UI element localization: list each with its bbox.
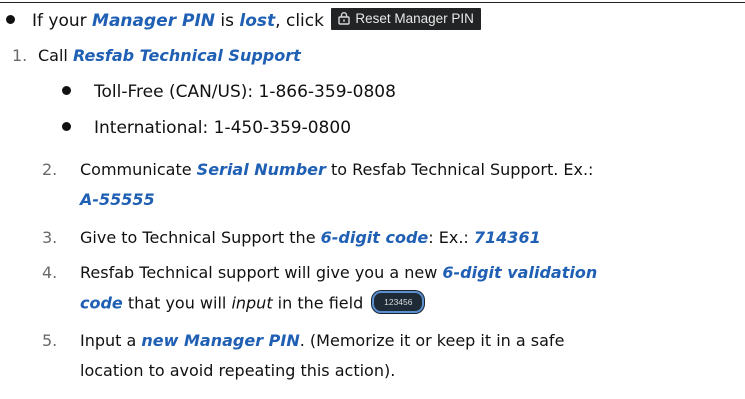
step-5-text-1: Input a (80, 331, 142, 350)
step-number: 3. (42, 228, 58, 247)
intro-text-1: If your (32, 11, 93, 31)
step-5-continued: location to avoid repeating this action)… (80, 361, 395, 380)
step-5: 5. Input a new Manager PIN. (Memorize it … (42, 331, 564, 350)
phone-toll-free: Toll-Free (CAN/US): 1-866-359-0808 (62, 82, 396, 102)
validation-code-term-end: code (80, 293, 123, 313)
reset-manager-pin-button[interactable]: Reset Manager PIN (331, 8, 481, 30)
validation-code-term: 6-digit validation (442, 263, 598, 282)
step-4-text-1: Resfab Technical support will give you a… (80, 263, 443, 282)
step-2-text-2: to Resfab Technical Support. Ex.: (325, 160, 594, 179)
new-manager-pin-term: new Manager PIN (141, 331, 300, 350)
serial-number-term: Serial Number (196, 160, 326, 179)
phone-international: International: 1-450-359-0800 (62, 118, 351, 138)
manager-pin-term: Manager PIN (92, 11, 216, 31)
lock-icon (338, 12, 351, 26)
code-example: 714361 (473, 228, 541, 247)
step-5-text-3: location to avoid repeating this action)… (80, 361, 396, 380)
step-4-continued: code that you will input in the field 12… (80, 291, 425, 315)
validation-code-field[interactable]: 123456 (372, 291, 425, 313)
step-1-text: Call (38, 46, 73, 65)
top-rule (0, 2, 745, 3)
six-digit-code-term: 6-digit code (320, 228, 429, 247)
step-4-text-2: that you will (122, 293, 232, 313)
step-3-text-2: : Ex.: (428, 228, 474, 247)
intro-text-2: is (215, 11, 240, 31)
reset-button-label: Reset Manager PIN (355, 11, 474, 26)
intro-line: If your Manager PIN is lost, click Reset… (6, 8, 481, 32)
step-2-continued: A-55555 (80, 190, 155, 209)
step-number: 2. (42, 160, 58, 179)
step-2-text-1: Communicate (80, 160, 197, 179)
step-3: 3. Give to Technical Support the 6-digit … (42, 228, 541, 247)
input-term: input (231, 293, 273, 313)
lost-term: lost (239, 11, 276, 31)
step-4: 4. Resfab Technical support will give you… (42, 263, 597, 282)
bullet (62, 121, 71, 131)
bullet (62, 85, 71, 95)
phone-text: Toll-Free (CAN/US): 1-866-359-0808 (94, 82, 396, 102)
phone-text: International: 1-450-359-0800 (94, 118, 352, 138)
step-5-text-2: . (Memorize it or keep it in a safe (299, 331, 565, 350)
support-term: Resfab Technical Support (72, 46, 301, 65)
step-2: 2. Communicate Serial Number to Resfab Te… (42, 160, 593, 179)
bullet (6, 14, 15, 24)
intro-text-3: , click (275, 11, 330, 31)
step-3-text-1: Give to Technical Support the (80, 228, 321, 247)
serial-example: A-55555 (80, 190, 155, 209)
step-number: 4. (42, 263, 58, 282)
step-number: 1. (12, 46, 28, 65)
step-1: 1. Call Resfab Technical Support (12, 46, 301, 65)
step-number: 5. (42, 331, 58, 350)
step-4-text-3: in the field (272, 293, 369, 313)
